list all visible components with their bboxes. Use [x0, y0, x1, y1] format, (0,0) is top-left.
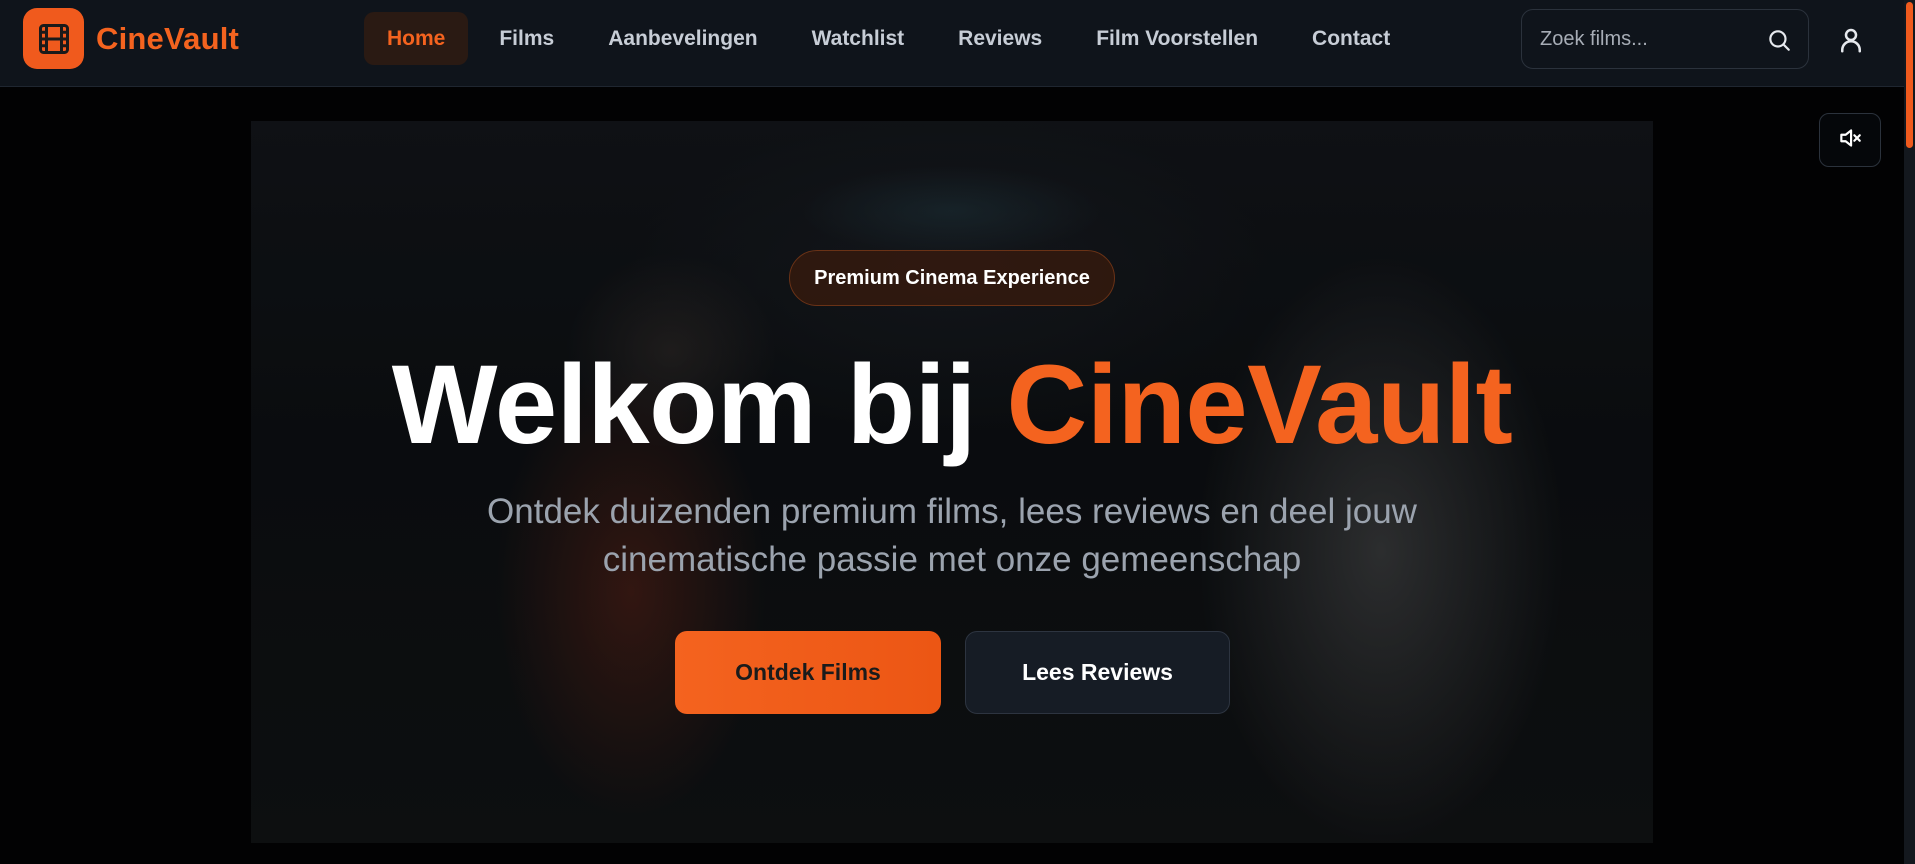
scrollbar[interactable] — [1904, 0, 1915, 864]
hero-badge: Premium Cinema Experience — [789, 250, 1115, 306]
hero-subtitle: Ontdek duizenden premium films, lees rev… — [487, 492, 1417, 579]
hero-overlay — [251, 121, 1653, 843]
nav-item-home[interactable]: Home — [364, 12, 469, 65]
nav-item-contact[interactable]: Contact — [1289, 12, 1413, 65]
nav-item-films[interactable]: Films — [476, 12, 577, 65]
hero-title: Welkom bij CineVault — [0, 343, 1904, 466]
mute-button[interactable] — [1819, 113, 1881, 167]
main-nav: Home Films Aanbevelingen Watchlist Revie… — [364, 12, 1421, 65]
scrollbar-thumb[interactable] — [1906, 2, 1913, 148]
search-input[interactable] — [1540, 27, 1750, 51]
hero-title-accent: CineVault — [1006, 342, 1513, 467]
nav-item-reviews[interactable]: Reviews — [935, 12, 1065, 65]
page: CineVault Home Films Aanbevelingen Watch… — [0, 0, 1915, 864]
search-box — [1521, 9, 1809, 69]
search-icon[interactable] — [1766, 27, 1792, 53]
lees-reviews-button[interactable]: Lees Reviews — [965, 631, 1230, 714]
user-icon[interactable] — [1836, 25, 1866, 55]
nav-item-aanbevelingen[interactable]: Aanbevelingen — [585, 12, 780, 65]
hero-section: Premium Cinema Experience Welkom bij Cin… — [0, 88, 1904, 864]
volume-muted-icon — [1837, 125, 1863, 156]
hero-title-prefix: Welkom bij — [391, 342, 1007, 467]
ontdek-films-button[interactable]: Ontdek Films — [675, 631, 941, 714]
film-icon — [23, 8, 84, 69]
brand-name: CineVault — [96, 20, 240, 56]
top-navbar: CineVault Home Films Aanbevelingen Watch… — [0, 0, 1904, 87]
nav-item-film-voorstellen[interactable]: Film Voorstellen — [1073, 12, 1281, 65]
nav-item-watchlist[interactable]: Watchlist — [789, 12, 928, 65]
hero-background-video — [251, 121, 1653, 843]
brand[interactable]: CineVault — [23, 8, 239, 69]
